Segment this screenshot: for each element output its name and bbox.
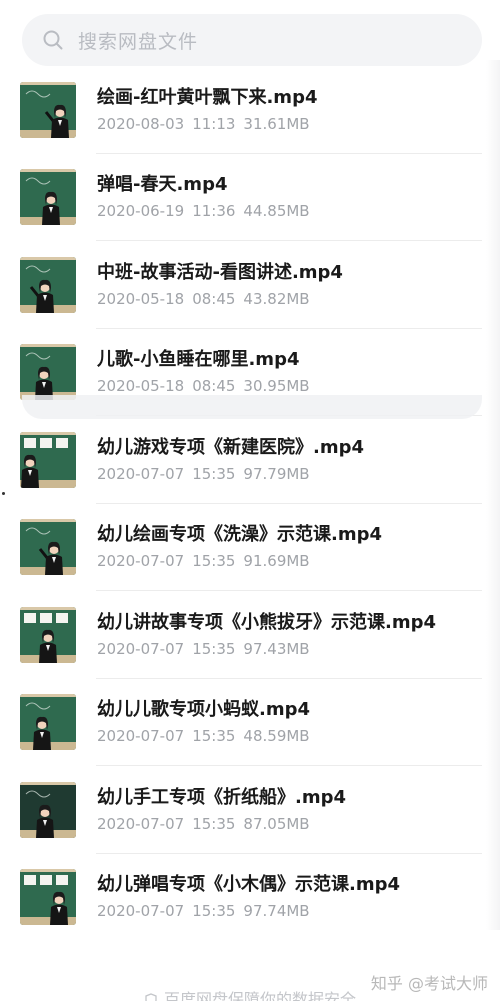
file-date: 2020-05-18: [97, 377, 185, 396]
video-thumbnail: [20, 694, 76, 751]
file-info: 幼儿弹唱专项《小木偶》示范课.mp4 2020-07-07 15:35 97.74MB: [97, 873, 490, 921]
dot-mark: [2, 492, 5, 495]
file-date: 2020-07-07: [97, 552, 185, 571]
file-info: 儿歌-小鱼睡在哪里.mp4 2020-05-18 08:45 30.95MB: [97, 348, 490, 396]
file-name: 中班-故事活动-看图讲述.mp4: [97, 261, 343, 283]
file-row[interactable]: 幼儿儿歌专项小蚂蚁.mp4 2020-07-07 15:35 48.59MB: [0, 679, 500, 767]
search-bar[interactable]: 搜索网盘文件: [22, 14, 482, 66]
file-meta: 2020-07-07 15:35 87.05MB: [97, 814, 490, 834]
file-row[interactable]: 绘画-红叶黄叶飘下来.mp4 2020-08-03 11:13 31.61MB: [0, 66, 500, 154]
file-name: 幼儿弹唱专项《小木偶》示范课.mp4: [97, 874, 401, 896]
file-size: 48.59MB: [243, 727, 310, 746]
file-name: 幼儿手工专项《折纸船》.mp4: [97, 786, 347, 808]
file-date: 2020-05-18: [97, 289, 185, 308]
file-meta: 2020-07-07 15:35 97.79MB: [97, 464, 490, 484]
footer-security-note: 百度网盘保障你的数据安全: [0, 986, 500, 1001]
video-thumbnail: [20, 81, 76, 138]
file-time: 15:35: [192, 814, 236, 833]
file-date: 2020-08-03: [97, 114, 185, 133]
file-info: 幼儿绘画专项《洗澡》示范课.mp4 2020-07-07 15:35 91.69MB: [97, 523, 490, 571]
file-time: 15:35: [192, 639, 236, 658]
file-date: 2020-07-07: [97, 639, 185, 658]
file-name: 幼儿游戏专项《新建医院》.mp4: [97, 436, 365, 458]
file-name: 弹唱-春天.mp4: [97, 174, 228, 196]
file-size: 87.05MB: [243, 814, 310, 833]
file-meta: 2020-07-07 15:35 48.59MB: [97, 726, 490, 746]
file-name: 儿歌-小鱼睡在哪里.mp4: [97, 349, 300, 371]
file-info: 中班-故事活动-看图讲述.mp4 2020-05-18 08:45 43.82MB: [97, 261, 490, 309]
screen: 搜索网盘文件 绘画-红叶黄叶飘下来.mp4 2020-08-03 11:13 31.6…: [0, 0, 500, 1001]
file-info: 弹唱-春天.mp4 2020-06-19 11:36 44.85MB: [97, 173, 490, 221]
file-date: 2020-07-07: [97, 814, 185, 833]
video-thumbnail: [20, 431, 76, 488]
file-row[interactable]: 弹唱-春天.mp4 2020-06-19 11:36 44.85MB: [0, 154, 500, 242]
file-meta: 2020-05-18 08:45 30.95MB: [97, 376, 490, 396]
file-info: 幼儿手工专项《折纸船》.mp4 2020-07-07 15:35 87.05MB: [97, 786, 490, 834]
video-thumbnail: [20, 519, 76, 576]
file-size: 30.95MB: [243, 377, 310, 396]
file-meta: 2020-05-18 08:45 43.82MB: [97, 289, 490, 309]
file-row[interactable]: 幼儿弹唱专项《小木偶》示范课.mp4 2020-07-07 15:35 97.74MB: [0, 854, 500, 942]
file-name: 幼儿绘画专项《洗澡》示范课.mp4: [97, 524, 383, 546]
right-edge-shadow: [486, 60, 500, 930]
file-meta: 2020-08-03 11:13 31.61MB: [97, 114, 490, 134]
file-size: 43.82MB: [243, 289, 310, 308]
file-size: 44.85MB: [243, 202, 310, 221]
file-info: 幼儿游戏专项《新建医院》.mp4 2020-07-07 15:35 97.79MB: [97, 436, 490, 484]
file-time: 11:13: [192, 114, 236, 133]
file-size: 97.79MB: [243, 464, 310, 483]
file-date: 2020-06-19: [97, 202, 185, 221]
footer-text: 百度网盘保障你的数据安全: [163, 990, 356, 1001]
file-time: 11:36: [192, 202, 236, 221]
file-time: 15:35: [192, 552, 236, 571]
file-size: 97.74MB: [243, 902, 310, 921]
file-row[interactable]: 幼儿绘画专项《洗澡》示范课.mp4 2020-07-07 15:35 91.69MB: [0, 504, 500, 592]
file-row[interactable]: 幼儿讲故事专项《小熊拔牙》示范课.mp4 2020-07-07 15:35 97.43…: [0, 591, 500, 679]
video-thumbnail: [20, 781, 76, 838]
file-date: 2020-07-07: [97, 727, 185, 746]
file-time: 15:35: [192, 902, 236, 921]
file-row[interactable]: 幼儿游戏专项《新建医院》.mp4 2020-07-07 15:35 97.79MB: [0, 416, 500, 504]
file-time: 15:35: [192, 464, 236, 483]
shield-icon: [145, 993, 157, 1001]
file-date: 2020-07-07: [97, 464, 185, 483]
file-size: 91.69MB: [243, 552, 310, 571]
file-name: 幼儿儿歌专项小蚂蚁.mp4: [97, 699, 311, 721]
file-meta: 2020-07-07 15:35 91.69MB: [97, 551, 490, 571]
file-name: 绘画-红叶黄叶飘下来.mp4: [97, 86, 318, 108]
file-info: 幼儿讲故事专项《小熊拔牙》示范课.mp4 2020-07-07 15:35 97.43…: [97, 611, 490, 659]
file-size: 31.61MB: [243, 114, 310, 133]
search-icon: [43, 30, 63, 50]
video-thumbnail: [20, 344, 76, 401]
file-info: 幼儿儿歌专项小蚂蚁.mp4 2020-07-07 15:35 48.59MB: [97, 698, 490, 746]
file-row[interactable]: 中班-故事活动-看图讲述.mp4 2020-05-18 08:45 43.82MB: [0, 241, 500, 329]
file-meta: 2020-06-19 11:36 44.85MB: [97, 201, 490, 221]
search-input[interactable]: 搜索网盘文件: [78, 27, 198, 54]
file-list: 绘画-红叶黄叶飘下来.mp4 2020-08-03 11:13 31.61MB 弹唱-春…: [0, 66, 500, 941]
file-name: 幼儿讲故事专项《小熊拔牙》示范课.mp4: [97, 611, 437, 633]
file-meta: 2020-07-07 15:35 97.74MB: [97, 901, 490, 921]
file-meta: 2020-07-07 15:35 97.43MB: [97, 639, 490, 659]
file-time: 08:45: [192, 289, 236, 308]
video-thumbnail: [20, 606, 76, 663]
file-time: 15:35: [192, 727, 236, 746]
file-size: 97.43MB: [243, 639, 310, 658]
video-thumbnail: [20, 869, 76, 926]
overlay-fragment: [22, 395, 482, 419]
file-info: 绘画-红叶黄叶飘下来.mp4 2020-08-03 11:13 31.61MB: [97, 86, 490, 134]
video-thumbnail: [20, 256, 76, 313]
file-time: 08:45: [192, 377, 236, 396]
file-row[interactable]: 幼儿手工专项《折纸船》.mp4 2020-07-07 15:35 87.05MB: [0, 766, 500, 854]
video-thumbnail: [20, 169, 76, 226]
file-date: 2020-07-07: [97, 902, 185, 921]
